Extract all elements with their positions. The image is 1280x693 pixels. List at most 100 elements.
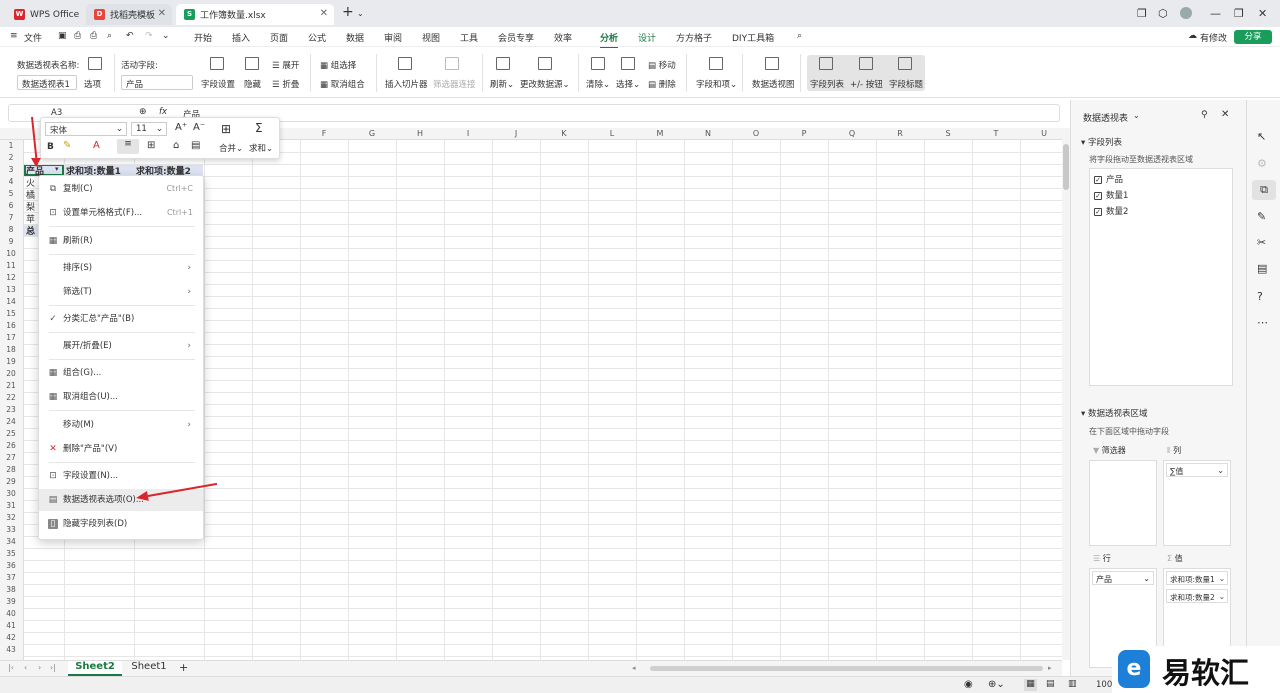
fill-icon[interactable]: ⌂ [173, 140, 179, 151]
menu-delete[interactable]: ✕ 删除"产品"(V) [39, 438, 203, 460]
row-header-31[interactable]: 31 [0, 501, 22, 510]
zoom-icon[interactable]: ⊕ [139, 107, 147, 117]
menu-file[interactable]: 文件 [24, 31, 42, 44]
checkbox-checked-icon[interactable]: ✓ [1094, 175, 1102, 184]
checkbox-checked-icon[interactable]: ✓ [1094, 191, 1102, 200]
column-header-s[interactable]: S [924, 129, 972, 138]
column-header-f[interactable]: F [300, 129, 348, 138]
font-select[interactable]: 宋体 ⌄ [45, 122, 127, 136]
tab-wps-office[interactable]: W WPS Office [6, 4, 80, 25]
row-header-12[interactable]: 12 [0, 273, 22, 282]
avatar[interactable] [1180, 7, 1192, 19]
column-header-m[interactable]: M [636, 129, 684, 138]
row-header-11[interactable]: 11 [0, 261, 22, 270]
row-header-5[interactable]: 5 [0, 189, 22, 198]
new-tab-button[interactable]: + [342, 4, 354, 20]
hide-button[interactable]: 隐藏 [244, 78, 261, 90]
menu-sort[interactable]: 排序(S) › [39, 257, 203, 279]
row-header-41[interactable]: 41 [0, 621, 22, 630]
ungroup-button[interactable]: ▦ 取消组合 [320, 78, 365, 90]
bold-button[interactable]: B [47, 142, 54, 152]
prev-sheet-icon[interactable]: ‹ [24, 663, 27, 672]
row-header-17[interactable]: 17 [0, 333, 22, 342]
field-product[interactable]: ✓ 产品 [1094, 173, 1123, 185]
checkbox-checked-icon[interactable]: ✓ [1094, 207, 1102, 216]
modified-status[interactable]: 有修改 [1200, 31, 1227, 44]
pivot-panel-icon[interactable]: ⧉ [1252, 180, 1276, 200]
menu-tools[interactable]: 工具 [460, 31, 478, 44]
search-icon[interactable]: ⌕ [797, 31, 802, 41]
column-header-r[interactable]: R [876, 129, 924, 138]
row-header-23[interactable]: 23 [0, 405, 22, 414]
share-button[interactable]: 分享 [1234, 30, 1272, 44]
minimize-icon[interactable]: — [1210, 7, 1221, 20]
menu-formula[interactable]: 公式 [308, 31, 326, 44]
pivot-chart-button[interactable]: 数据透视图 [752, 78, 795, 90]
row-header-10[interactable]: 10 [0, 249, 22, 258]
sheet-tab-sheet2[interactable]: Sheet2 [68, 661, 122, 676]
row-header-35[interactable]: 35 [0, 549, 22, 558]
filter-dropdown-icon[interactable]: ▾ [55, 165, 59, 173]
export-icon[interactable]: ⎙ [74, 31, 81, 41]
font-size-select[interactable]: 11 ⌄ [131, 122, 167, 136]
row-header-24[interactable]: 24 [0, 417, 22, 426]
menu-move[interactable]: 移动(M) › [39, 414, 203, 436]
page-layout-icon[interactable]: ▤ [1046, 679, 1055, 689]
scroll-left-icon[interactable]: ◂ [632, 664, 636, 672]
row-header-18[interactable]: 18 [0, 345, 22, 354]
menu-page[interactable]: 页面 [270, 31, 288, 44]
more-icon[interactable]: ⋯ [1257, 316, 1268, 329]
tools-icon[interactable]: ✂ [1257, 236, 1266, 249]
save-icon[interactable]: ▣ [58, 31, 67, 41]
sheet-tab-sheet1[interactable]: Sheet1 [124, 661, 174, 676]
delete-button[interactable]: ▤ 删除 [648, 78, 676, 90]
add-sheet-icon[interactable]: + [179, 661, 188, 674]
view-mode-icon[interactable]: ⊕⌄ [988, 679, 1005, 690]
close-icon[interactable]: ✕ [1221, 109, 1229, 120]
highlight-icon[interactable]: ✎ [63, 140, 71, 151]
row-header-19[interactable]: 19 [0, 357, 22, 366]
first-sheet-icon[interactable]: |‹ [8, 663, 14, 672]
cursor-icon[interactable]: ↖ [1257, 130, 1266, 143]
row-header-29[interactable]: 29 [0, 477, 22, 486]
select-button[interactable]: 选择⌄ [616, 78, 640, 90]
row-header-2[interactable]: 2 [0, 153, 22, 162]
column-header-k[interactable]: K [540, 129, 588, 138]
field-qty1[interactable]: ✓ 数量1 [1094, 189, 1128, 201]
decrease-font-icon[interactable]: A⁻ [193, 122, 205, 133]
scroll-right-icon[interactable]: ▸ [1048, 664, 1052, 672]
menu-diy[interactable]: DIY工具箱 [732, 31, 774, 44]
menu-pivot-options[interactable]: ▤ 数据透视表选项(O)... [39, 489, 203, 511]
field-headers-toggle[interactable]: 字段标题 [889, 78, 923, 90]
menu-refresh[interactable]: ▦ 刷新(R) [39, 230, 203, 252]
column-header-g[interactable]: G [348, 129, 396, 138]
insert-slicer-button[interactable]: 插入切片器 [385, 78, 428, 90]
areas-heading[interactable]: ▾ 数据透视表区域 [1081, 407, 1147, 419]
row-header-25[interactable]: 25 [0, 429, 22, 438]
window-restore-icon[interactable]: ❐ [1137, 7, 1147, 20]
column-header-j[interactable]: J [492, 129, 540, 138]
redo-icon[interactable]: ↷ [145, 31, 153, 41]
column-header-h[interactable]: H [396, 129, 444, 138]
menu-data[interactable]: 数据 [346, 31, 364, 44]
sum-button[interactable]: 求和⌄ [249, 142, 273, 154]
group-selection-button[interactable]: ▦ 组选择 [320, 59, 356, 71]
row-header-22[interactable]: 22 [0, 393, 22, 402]
normal-view-icon[interactable]: ▦ [1024, 679, 1037, 691]
row-header-38[interactable]: 38 [0, 585, 22, 594]
book-icon[interactable]: ▤ [1257, 262, 1267, 275]
row-header-39[interactable]: 39 [0, 597, 22, 606]
move-button[interactable]: ▤ 移动 [648, 59, 676, 71]
align-icon[interactable]: ≡ [117, 139, 139, 154]
value-chip-2[interactable]: 求和项:数量2 ⌄ [1166, 589, 1228, 603]
filter-connection-button[interactable]: 筛选器连接 [433, 78, 476, 90]
plus-minus-buttons-toggle[interactable]: +/- 按钮 [850, 78, 883, 90]
last-sheet-icon[interactable]: ›| [50, 663, 56, 672]
column-value-chip[interactable]: ∑值 ⌄ [1166, 463, 1228, 477]
chevron-down-icon[interactable]: ⌄ [162, 31, 170, 41]
row-header-36[interactable]: 36 [0, 561, 22, 570]
zoom-level[interactable]: 100 [1096, 680, 1112, 690]
undo-icon[interactable]: ↶ [126, 31, 134, 41]
row-header-34[interactable]: 34 [0, 537, 22, 546]
options-button[interactable]: 选项 [84, 78, 101, 90]
